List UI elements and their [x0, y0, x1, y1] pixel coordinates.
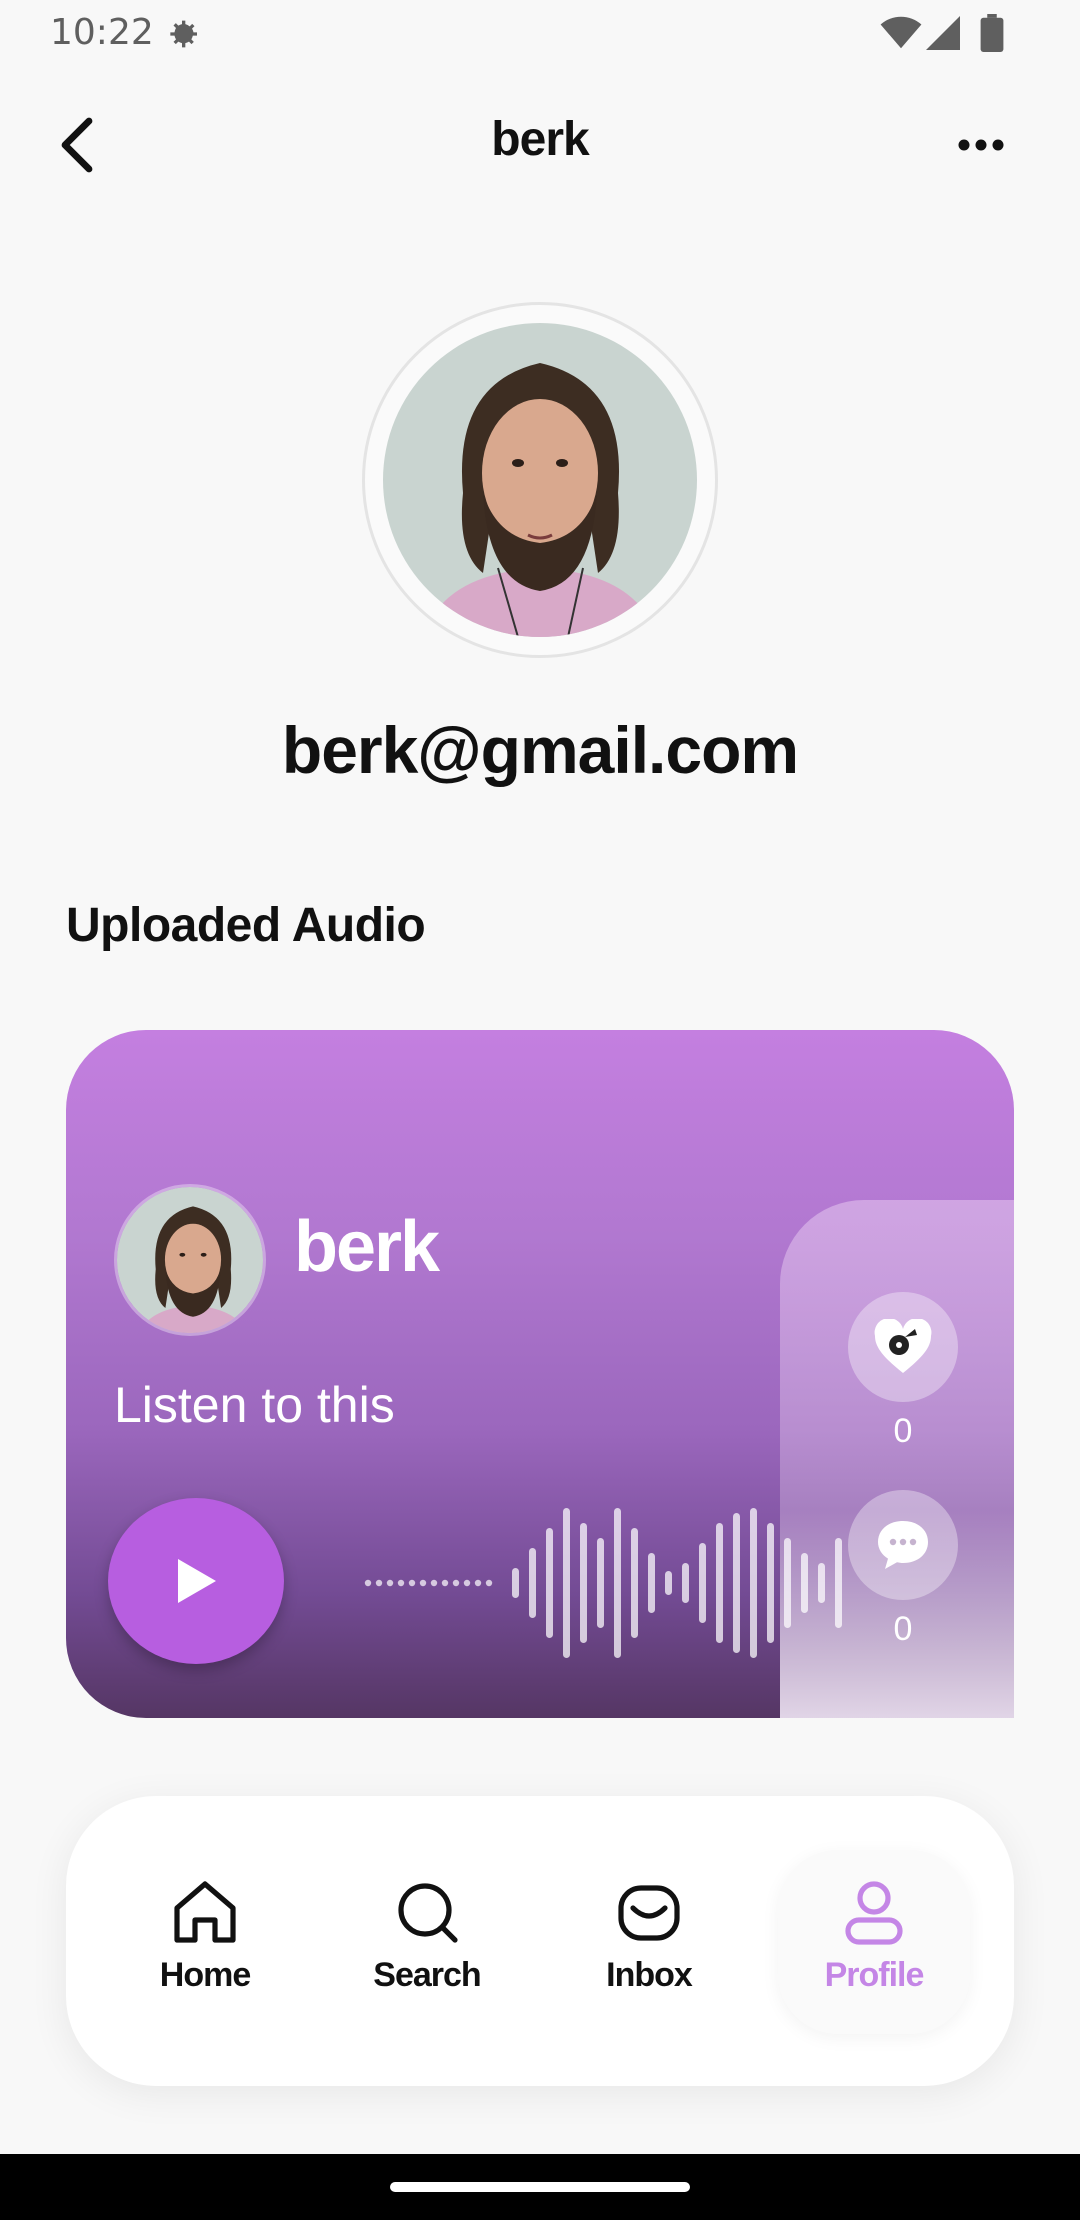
waveform-bar [597, 1538, 604, 1628]
waveform-dot [485, 1579, 493, 1587]
back-arrow-icon [61, 117, 93, 173]
status-bar: 10:22 [0, 0, 1080, 66]
comment-bubble-icon [878, 1521, 928, 1569]
waveform-bar [784, 1538, 791, 1628]
waveform-bar [682, 1563, 689, 1603]
nav-search-label: Search [373, 1956, 481, 1994]
home-icon [174, 1881, 236, 1943]
waveform-bar [835, 1538, 842, 1628]
waveform-bar [801, 1553, 808, 1613]
card-user-avatar[interactable] [114, 1184, 266, 1336]
like-count: 0 [893, 1412, 913, 1450]
nav-search[interactable]: Search [332, 1876, 522, 2006]
nav-profile[interactable]: Profile [779, 1876, 969, 2006]
settings-gear-icon [170, 20, 197, 48]
waveform-bar [580, 1523, 587, 1643]
wifi-icon [880, 16, 922, 49]
waveform-bar [631, 1528, 638, 1638]
waveform-bar [818, 1563, 825, 1603]
waveform-bar [563, 1508, 570, 1658]
card-caption: Listen to this [114, 1377, 395, 1433]
page-title: berk [491, 113, 589, 166]
comment-button[interactable] [848, 1490, 958, 1600]
waveform-bar [733, 1513, 740, 1653]
nav-profile-label: Profile [824, 1956, 925, 1994]
waveform-dot [397, 1579, 405, 1587]
section-title: Uploaded Audio [66, 899, 426, 952]
waveform-bar [750, 1508, 757, 1658]
waveform-dot [364, 1579, 372, 1587]
waveform-bar [529, 1548, 536, 1618]
more-horizontal-icon [958, 139, 1004, 151]
avatar-photo [383, 323, 697, 637]
waveform-bar [648, 1553, 655, 1613]
waveform-dot [441, 1579, 449, 1587]
waveform-dot [375, 1579, 383, 1587]
profile-email: berk@gmail.com [281, 713, 799, 787]
more-options-button[interactable] [950, 120, 1012, 170]
system-navigation-bar [0, 2154, 1080, 2220]
waveform-bar [767, 1523, 774, 1643]
inbox-icon [618, 1885, 680, 1941]
waveform-dot [452, 1579, 460, 1587]
card-username: berk [294, 1207, 440, 1287]
nav-inbox[interactable]: Inbox [554, 1876, 744, 2006]
nav-home-label: Home [159, 1956, 251, 1994]
profile-icon [845, 1881, 903, 1945]
status-time: 10:22 [50, 12, 154, 53]
heart-record-icon [874, 1319, 932, 1373]
waveform-dot [386, 1579, 394, 1587]
back-button[interactable] [44, 112, 110, 178]
search-icon [398, 1883, 458, 1943]
waveform-bar [512, 1568, 519, 1598]
waveform-dot [474, 1579, 482, 1587]
comment-count: 0 [893, 1610, 913, 1648]
app-bar: berk [0, 90, 1080, 200]
waveform-bar [665, 1571, 672, 1595]
waveform-dot [419, 1579, 427, 1587]
waveform-dot [408, 1579, 416, 1587]
home-indicator[interactable] [390, 2182, 690, 2192]
play-button[interactable] [108, 1498, 284, 1664]
waveform-bar [546, 1528, 553, 1638]
nav-home[interactable]: Home [110, 1876, 300, 2006]
profile-avatar[interactable] [362, 302, 718, 658]
battery-icon [980, 14, 1004, 52]
play-icon [178, 1559, 216, 1603]
nav-inbox-label: Inbox [606, 1956, 693, 1994]
waveform-bar [699, 1543, 706, 1623]
audio-card[interactable]: berk Listen to this 0 0 [66, 1030, 1014, 1718]
bottom-navigation: Home Search Inbox Profile [66, 1796, 1014, 2086]
like-button[interactable] [848, 1292, 958, 1402]
waveform-bar [614, 1508, 621, 1658]
waveform-dot [430, 1579, 438, 1587]
waveform-dot [463, 1579, 471, 1587]
cell-signal-icon [926, 16, 960, 50]
audio-waveform[interactable] [292, 1498, 852, 1668]
waveform-bar [716, 1523, 723, 1643]
